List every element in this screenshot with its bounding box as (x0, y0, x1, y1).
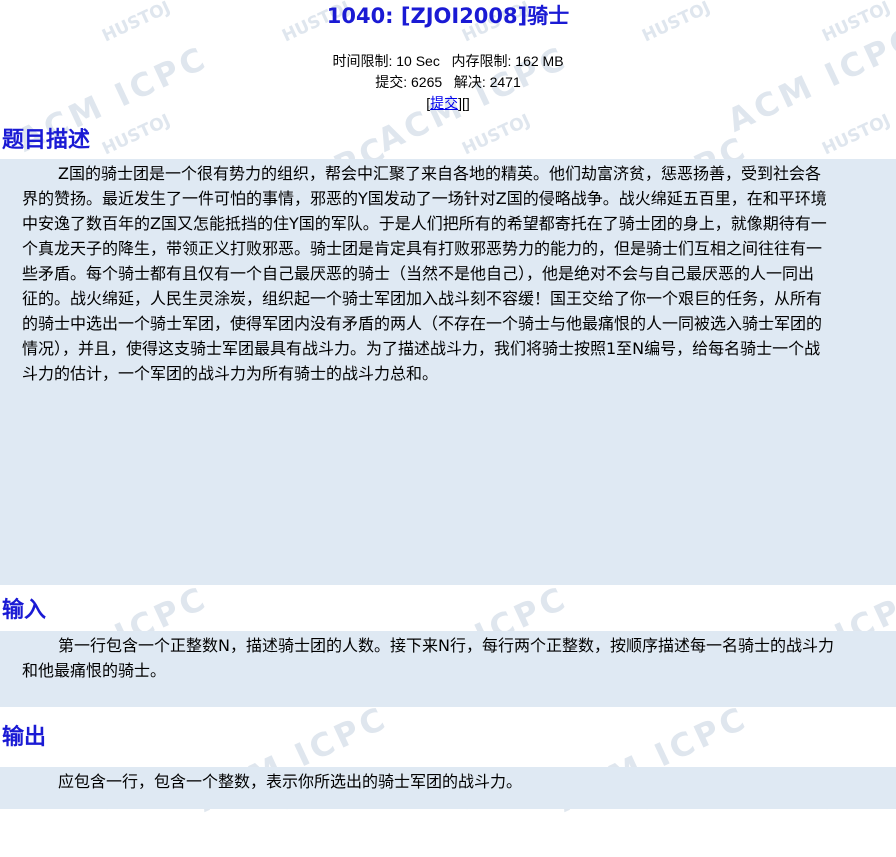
output-text: 应包含一行，包含一个整数，表示你所选出的骑士军团的战斗力。 (22, 769, 890, 794)
time-limit: 时间限制: 10 Sec (332, 53, 440, 69)
input-heading: 输入 (2, 598, 47, 623)
text-line: 的骑士中选出一个骑士军团，使得军团内没有矛盾的两人（不存在一个骑士与他最痛恨的人… (22, 314, 823, 333)
text-line: 界的赞扬。最近发生了一件可怕的事情，邪恶的Y国发动了一场针对Z国的侵略战争。战火… (22, 189, 827, 208)
input-box: 第一行包含一个正整数N，描述骑士团的人数。接下来N行，每行两个正整数，按顺序描述… (0, 631, 896, 707)
link-bracket-close: ][] (458, 95, 470, 111)
text-line: 和他最痛恨的骑士。 (22, 661, 167, 680)
problem-content: 1040: [ZJOI2008]骑士 时间限制: 10 Sec 内存限制: 16… (0, 0, 896, 809)
description-box: Z国的骑士团是一个很有势力的组织，帮会中汇聚了来自各地的精英。他们劫富济贫，惩恶… (0, 159, 896, 585)
text-line: 中安逸了数百年的Z国又怎能抵挡的住Y国的军队。于是人们把所有的希望都寄托在了骑士… (22, 214, 827, 233)
stats-row: 提交: 6265 解决: 2471 (0, 72, 896, 93)
memory-limit: 内存限制: 162 MB (451, 53, 564, 69)
output-heading: 输出 (2, 725, 47, 750)
submit-count: 提交: 6265 (375, 74, 443, 90)
text-line: 应包含一行，包含一个整数，表示你所选出的骑士军团的战斗力。 (58, 772, 523, 791)
problem-meta: 时间限制: 10 Sec 内存限制: 162 MB 提交: 6265 解决: 2… (0, 51, 896, 114)
text-line: 个真龙天子的降生，带领正义打败邪恶。骑士团是肯定具有打败邪恶势力的能力的，但是骑… (22, 239, 823, 258)
text-line: 斗力的估计，一个军团的战斗力为所有骑士的战斗力总和。 (22, 364, 439, 383)
links-row: [提交][] (0, 93, 896, 114)
text-line: 第一行包含一个正整数N，描述骑士团的人数。接下来N行，每行两个正整数，按顺序描述… (58, 636, 834, 655)
text-line: Z国的骑士团是一个很有势力的组织，帮会中汇聚了来自各地的精英。他们劫富济贫，惩恶… (58, 164, 821, 183)
description-text: Z国的骑士团是一个很有势力的组织，帮会中汇聚了来自各地的精英。他们劫富济贫，惩恶… (22, 161, 890, 386)
solved-count: 解决: 2471 (453, 74, 521, 90)
input-text: 第一行包含一个正整数N，描述骑士团的人数。接下来N行，每行两个正整数，按顺序描述… (22, 633, 890, 683)
submit-link[interactable]: 提交 (430, 95, 458, 111)
output-box: 应包含一行，包含一个整数，表示你所选出的骑士军团的战斗力。 (0, 767, 896, 809)
problem-header: 1040: [ZJOI2008]骑士 时间限制: 10 Sec 内存限制: 16… (0, 0, 896, 114)
problem-page: HUSTOJ HUSTOJ HUSTOJ HUSTOJ HUSTOJ ACM I… (0, 0, 896, 857)
text-line: 情况），并且，使得这支骑士军团最具有战斗力。为了描述战斗力，我们将骑士按照1至N… (22, 339, 821, 358)
text-line: 征的。战火绵延，人民生灵涂炭，组织起一个骑士军团加入战斗刻不容缓！国王交给了你一… (22, 289, 823, 308)
description-heading: 题目描述 (2, 128, 91, 153)
limits-row: 时间限制: 10 Sec 内存限制: 162 MB (0, 51, 896, 72)
problem-title: 1040: [ZJOI2008]骑士 (326, 4, 570, 28)
text-line: 些矛盾。每个骑士都有且仅有一个自己最厌恶的骑士（当然不是他自己），他是绝对不会与… (22, 264, 815, 283)
